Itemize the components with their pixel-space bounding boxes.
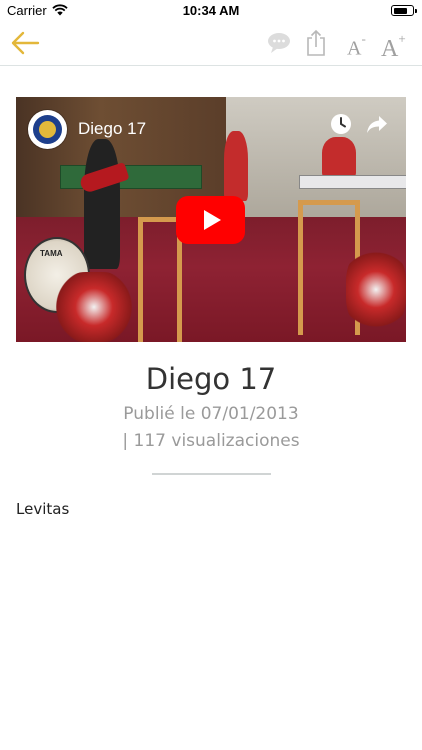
font-decrease-symbol: - xyxy=(361,31,366,46)
font-decrease-button[interactable]: A- xyxy=(347,28,371,60)
clock: 10:34 AM xyxy=(182,3,240,18)
font-increase-symbol: + xyxy=(398,31,406,46)
video-scene-keyboardist xyxy=(322,137,356,177)
video-scene-poinsettias xyxy=(54,272,134,342)
play-button[interactable] xyxy=(176,196,245,244)
video-scene-drum-text: TAMA xyxy=(40,249,63,258)
video-scene-keyboard xyxy=(299,175,406,189)
clock-icon[interactable] xyxy=(330,113,352,135)
video-scene-railing xyxy=(138,217,182,342)
play-icon xyxy=(204,210,221,230)
channel-logo-icon[interactable] xyxy=(28,110,67,149)
font-increase-label: A xyxy=(381,36,399,62)
post-title: Diego 17 xyxy=(145,362,277,396)
video-scene-poinsettias xyxy=(346,247,406,332)
comment-icon[interactable] xyxy=(266,28,292,58)
post-published-date: Publié le 07/01/2013 xyxy=(123,404,299,424)
status-bar: Carrier 10:34 AM xyxy=(0,0,422,22)
font-increase-button[interactable]: A+ xyxy=(381,28,413,62)
video-scene-singer xyxy=(224,131,248,201)
font-decrease-label: A xyxy=(347,37,362,60)
back-arrow-icon[interactable] xyxy=(8,28,42,58)
toolbar: A- A+ xyxy=(0,22,422,66)
video-player[interactable]: TAMA Diego 17 xyxy=(16,97,406,342)
post-view-count: | 117 visualizaciones xyxy=(122,431,300,451)
battery-icon xyxy=(391,5,417,16)
video-title[interactable]: Diego 17 xyxy=(78,119,146,139)
share-arrow-icon[interactable] xyxy=(366,114,388,134)
post-body: Levitas xyxy=(16,500,70,518)
video-scene-guitarist xyxy=(84,139,120,269)
divider xyxy=(152,473,271,475)
share-icon[interactable] xyxy=(304,28,328,58)
